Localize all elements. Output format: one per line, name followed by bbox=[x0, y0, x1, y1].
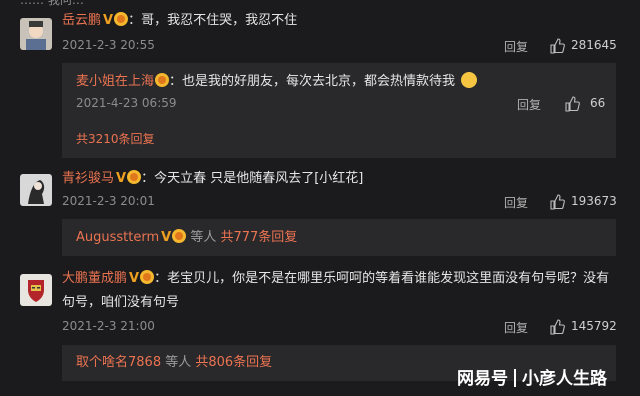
sub-reply-date: 2021-4-23 06:59 bbox=[76, 96, 177, 110]
reply-button[interactable]: 回复 bbox=[504, 319, 528, 336]
medal-icon bbox=[155, 73, 170, 87]
verified-icon: V bbox=[103, 13, 114, 28]
comment-date: 2021-2-3 20:01 bbox=[62, 194, 155, 208]
comment-username[interactable]: 大鹏董成鹏 bbox=[62, 271, 127, 286]
like-count: 281645 bbox=[571, 38, 617, 52]
more-replies-count[interactable]: 共806条回复 bbox=[195, 355, 272, 370]
emoji-icon bbox=[461, 72, 478, 88]
comment-line: 岳云鹏 V ：哥，我忍不住哭，我忍不住 bbox=[62, 12, 297, 30]
comment-text: ：今天立春 只是他随春风去了[小红花] bbox=[141, 171, 364, 186]
like-icon[interactable] bbox=[549, 319, 565, 335]
like-icon[interactable] bbox=[549, 194, 565, 210]
watermark-left: 网易号 bbox=[457, 369, 508, 389]
comment-text: ：老宝贝儿，你是不是在哪里乐呵呵的等着看谁能发现这里面没有句号呢？没有 bbox=[154, 271, 610, 286]
more-replies-mid: 等人 bbox=[161, 355, 196, 370]
verified-icon: V bbox=[161, 230, 172, 245]
more-replies-user[interactable]: Augusstterm bbox=[76, 230, 159, 245]
like-icon[interactable] bbox=[564, 96, 580, 112]
avatar[interactable] bbox=[20, 18, 52, 50]
more-replies-line[interactable]: Augusstterm V 等人 共777条回复 bbox=[76, 229, 297, 247]
reply-button[interactable]: 回复 bbox=[504, 38, 528, 55]
comment-username[interactable]: 青衫骏马 bbox=[62, 171, 114, 186]
sub-reply-username[interactable]: 麦小姐在上海 bbox=[76, 74, 154, 89]
watermark: 网易号 小彦人生路 bbox=[457, 364, 607, 389]
like-count: 145792 bbox=[571, 319, 617, 333]
avatar[interactable] bbox=[20, 274, 52, 306]
comment-line: 青衫骏马 V ：今天立春 只是他随春风去了[小红花] bbox=[62, 170, 363, 188]
more-replies-user[interactable]: 取个啥名7868 bbox=[76, 355, 161, 370]
avatar[interactable] bbox=[20, 174, 52, 206]
comment-text: ：哥，我忍不住哭，我忍不住 bbox=[128, 13, 298, 28]
more-replies-line[interactable]: 取个啥名7868 等人 共806条回复 bbox=[76, 354, 272, 372]
watermark-right: 小彦人生路 bbox=[522, 369, 607, 389]
sub-reply-button[interactable]: 回复 bbox=[517, 96, 541, 113]
top-partial-row: …… 我问… bbox=[0, 0, 640, 8]
comment-line-2: 句号，咱们没有句号 bbox=[62, 294, 179, 312]
more-replies-mid: 等人 bbox=[186, 230, 221, 245]
medal-icon bbox=[140, 270, 155, 284]
top-partial-text: …… 我问… bbox=[20, 0, 84, 7]
comment-date: 2021-2-3 21:00 bbox=[62, 319, 155, 333]
reply-button[interactable]: 回复 bbox=[504, 194, 528, 211]
watermark-divider bbox=[514, 369, 516, 387]
verified-icon: V bbox=[116, 171, 127, 186]
sub-reply-like-count: 66 bbox=[590, 96, 606, 110]
comment-line: 大鹏董成鹏 V ：老宝贝儿，你是不是在哪里乐呵呵的等着看谁能发现这里面没有句号呢？没… bbox=[62, 270, 609, 288]
comment-date: 2021-2-3 20:55 bbox=[62, 38, 155, 52]
medal-icon bbox=[172, 229, 187, 243]
sub-reply-box: 麦小姐在上海 ：也是我的好朋友，每次去北京，都会热情款待我 2021-4-23 0… bbox=[62, 63, 616, 158]
like-count: 193673 bbox=[571, 194, 617, 208]
medal-icon bbox=[127, 170, 142, 184]
comment-username[interactable]: 岳云鹏 bbox=[62, 13, 101, 28]
more-replies-count[interactable]: 共777条回复 bbox=[220, 230, 297, 245]
more-replies-link[interactable]: 共3210条回复 bbox=[76, 130, 155, 147]
sub-reply-line: 麦小姐在上海 ：也是我的好朋友，每次去北京，都会热情款待我 bbox=[76, 72, 478, 91]
verified-icon: V bbox=[129, 271, 140, 286]
like-icon[interactable] bbox=[549, 38, 565, 54]
medal-icon bbox=[114, 12, 129, 26]
comment-text-continued: 句号，咱们没有句号 bbox=[62, 295, 180, 310]
more-replies-box[interactable]: Augusstterm V 等人 共777条回复 bbox=[62, 219, 616, 256]
sub-reply-text: ：也是我的好朋友，每次去北京，都会热情款待我 bbox=[169, 74, 456, 89]
